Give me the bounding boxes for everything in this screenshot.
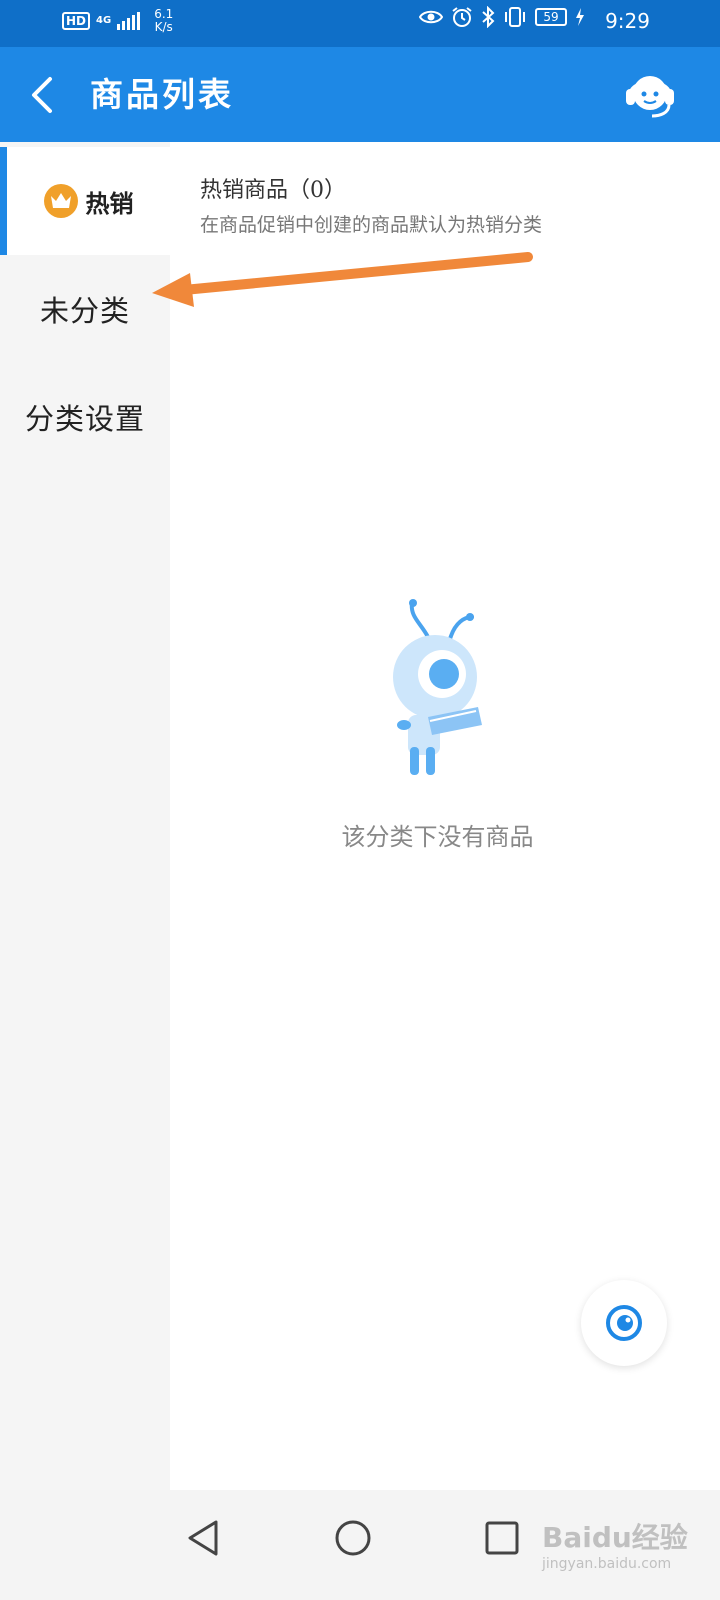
network-speed: 6.1 K/s — [154, 8, 173, 34]
nav-back-button[interactable] — [178, 1508, 238, 1568]
crown-icon — [43, 184, 78, 218]
floating-assistant-button[interactable] — [581, 1280, 667, 1366]
section-title: 热销商品（0） — [200, 178, 346, 203]
sidebar-item-hot[interactable]: 热销 — [0, 147, 170, 255]
watermark-url: jingyan.baidu.com — [542, 1556, 672, 1572]
network-type: 4G — [96, 15, 112, 26]
status-left: HD 4G 6.1 K/s — [62, 8, 173, 34]
eye-target-icon — [606, 1305, 642, 1341]
triangle-back-icon — [188, 1520, 218, 1556]
hd-badge: HD — [62, 12, 91, 30]
speed-value: 6.1 — [154, 7, 174, 21]
customer-service-button[interactable] — [620, 67, 680, 123]
back-button[interactable] — [22, 71, 66, 119]
nav-recents-button[interactable] — [472, 1508, 532, 1568]
eye-icon — [419, 10, 443, 24]
status-bar: HD 4G 6.1 K/s 59 9:29 — [0, 0, 720, 47]
charging-icon — [576, 8, 584, 26]
baidu-jingyan-watermark: Baidu经验 jingyan.baidu.com — [540, 1508, 715, 1578]
sidebar-item-label: 未分类 — [39, 294, 130, 328]
sidebar-item-label: 热销 — [85, 188, 134, 218]
square-recents-icon — [485, 1521, 519, 1555]
signal-icon — [117, 12, 141, 30]
ant-mascot-reading-icon — [393, 599, 482, 775]
vibrate-icon — [505, 7, 525, 27]
empty-state-message: 该分类下没有商品 — [341, 823, 534, 851]
circle-home-icon — [335, 1520, 371, 1556]
page-title: 商品列表 — [90, 75, 234, 114]
annotation-arrow — [152, 252, 533, 307]
sidebar-item-uncategorized[interactable]: 未分类 — [0, 255, 170, 363]
clock: 9:29 — [605, 9, 650, 33]
app-bar: 商品列表 — [0, 47, 720, 142]
sidebar-item-category-settings[interactable]: 分类设置 — [0, 363, 170, 471]
section-subtitle: 在商品促销中创建的商品默认为热销分类 — [200, 214, 543, 236]
watermark-logo: Baidu经验 — [542, 1521, 688, 1554]
status-icons: 59 — [419, 6, 585, 28]
nav-home-button[interactable] — [323, 1508, 383, 1568]
chevron-left-icon — [32, 77, 52, 113]
sidebar-item-label: 分类设置 — [24, 402, 145, 436]
customer-service-headset-icon — [626, 76, 674, 118]
bluetooth-icon — [482, 6, 495, 28]
battery-level: 59 — [535, 8, 567, 26]
alarm-icon — [452, 7, 472, 27]
category-sidebar: 热销 未分类 分类设置 — [0, 142, 170, 1490]
speed-unit: K/s — [154, 20, 173, 34]
